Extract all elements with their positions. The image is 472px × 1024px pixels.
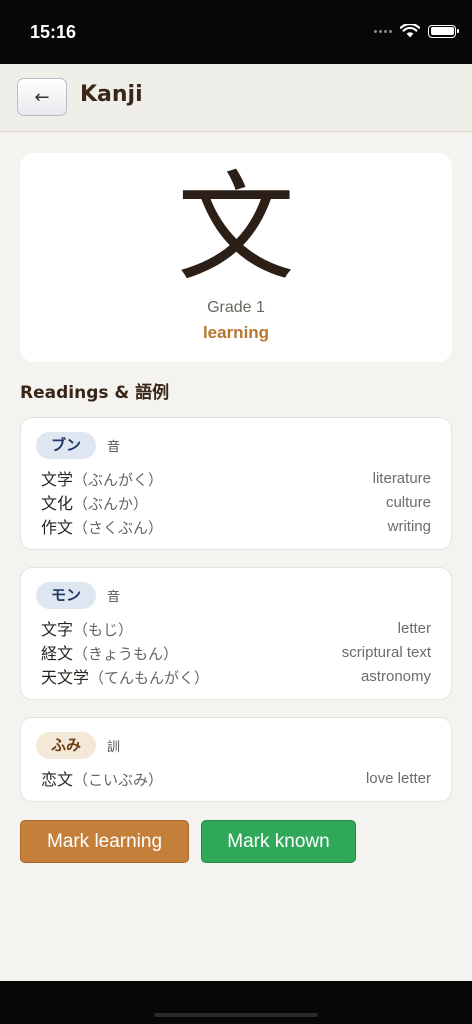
example-kana: （さくぶん） (73, 519, 164, 537)
reading-card-fumi: ふみ 訓 恋文（こいぶみ） love letter (20, 717, 452, 802)
example-meaning: astronomy (360, 667, 431, 685)
back-button[interactable]: ← (17, 78, 67, 116)
example-meaning: writing (387, 517, 431, 535)
example-word: 文字 (41, 620, 74, 639)
example-kana: （きょうもん） (73, 645, 179, 663)
example-row: 恋文（こいぶみ） love letter (41, 766, 431, 790)
example-kana: （もじ） (73, 621, 134, 639)
example-word: 文学 (41, 470, 74, 489)
wifi-icon (400, 24, 420, 38)
example-kana: （こいぶみ） (73, 771, 164, 789)
mark-known-button[interactable]: Mark known (201, 820, 356, 863)
example-word: 恋文 (41, 770, 74, 789)
example-meaning: love letter (365, 769, 431, 787)
status-time: 15:16 (30, 22, 77, 42)
reading-type: 音 (107, 440, 121, 455)
example-meaning: letter (397, 619, 431, 637)
reading-pill: ブン (36, 432, 97, 459)
example-kana: （ぶんがく） (73, 471, 164, 489)
battery-icon (428, 24, 459, 38)
example-row: 文化（ぶんか） culture (41, 490, 431, 514)
kanji-status: learning (202, 323, 270, 342)
bottom-bar (0, 981, 472, 1024)
example-meaning: scriptural text (341, 643, 431, 661)
signal-icon (374, 29, 392, 33)
example-list: 文学（ぶんがく） literature 文化（ぶんか） culture 作文（さ… (41, 466, 431, 538)
example-kana: （てんもんがく） (89, 669, 210, 687)
example-kana: （ぶんか） (73, 495, 149, 513)
example-row: 天文学（てんもんがく） astronomy (41, 664, 431, 688)
app-header: ← Kanji (0, 64, 472, 132)
status-icons (374, 24, 459, 38)
example-meaning: culture (385, 493, 431, 511)
example-word: 経文 (41, 644, 74, 663)
reading-pill: ふみ (36, 732, 97, 759)
page-title: Kanji (80, 82, 143, 107)
example-row: 作文（さくぶん） writing (41, 514, 431, 538)
kanji-grade: Grade 1 (207, 299, 265, 316)
reading-type: 訓 (107, 740, 121, 755)
readings-section-title: Readings & 語例 (20, 383, 170, 403)
example-row: 経文（きょうもん） scriptural text (41, 640, 431, 664)
example-row: 文学（ぶんがく） literature (41, 466, 431, 490)
back-arrow-icon: ← (34, 86, 50, 108)
kanji-character: 文 (176, 159, 295, 297)
home-indicator[interactable] (154, 1013, 318, 1017)
reading-type: 音 (107, 590, 121, 605)
reading-card-bun: ブン 音 文学（ぶんがく） literature 文化（ぶんか） culture… (20, 417, 452, 550)
reading-card-mon: モン 音 文字（もじ） letter 経文（きょうもん） scriptural … (20, 567, 452, 700)
status-bar: 15:16 (0, 0, 472, 64)
example-word: 天文学 (41, 668, 90, 687)
reading-pill: モン (36, 582, 97, 609)
kanji-card: 文 Grade 1 learning (20, 153, 452, 362)
example-list: 恋文（こいぶみ） love letter (41, 766, 431, 790)
example-word: 文化 (41, 494, 74, 513)
example-list: 文字（もじ） letter 経文（きょうもん） scriptural text … (41, 616, 431, 688)
mark-learning-button[interactable]: Mark learning (20, 820, 189, 863)
example-word: 作文 (41, 518, 74, 537)
example-meaning: literature (372, 469, 431, 487)
example-row: 文字（もじ） letter (41, 616, 431, 640)
